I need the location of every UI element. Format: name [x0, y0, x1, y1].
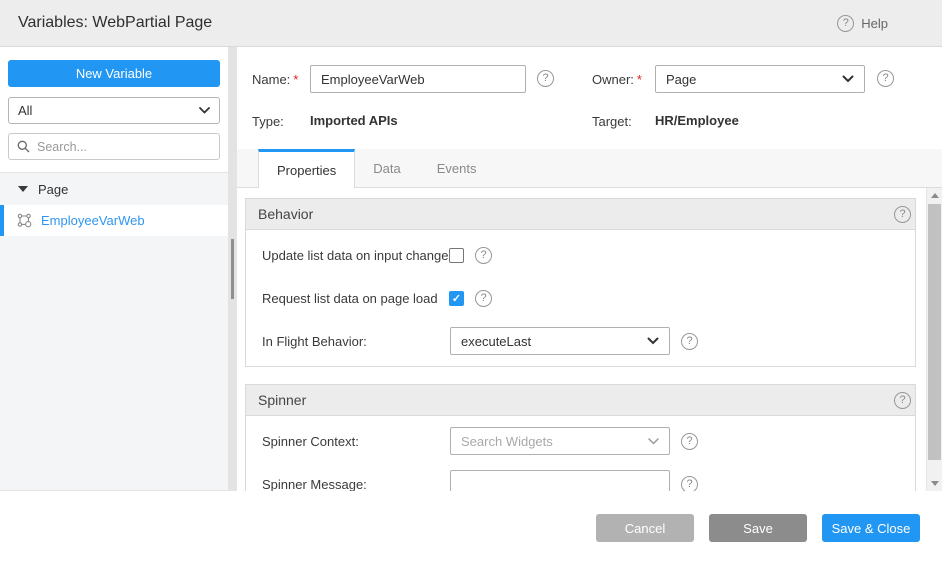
- spinner-message-row: Spinner Message: ?: [246, 463, 915, 491]
- spinner-context-row: Spinner Context: Search Widgets ?: [246, 420, 915, 463]
- target-value: HR/Employee: [655, 113, 739, 128]
- chevron-down-icon: [648, 438, 659, 445]
- target-label: Target:: [592, 114, 632, 129]
- in-flight-label: In Flight Behavior:: [262, 334, 367, 349]
- spinner-section-body: Spinner Context: Search Widgets ? Spinne…: [246, 416, 915, 491]
- save-and-close-button[interactable]: Save & Close: [822, 514, 920, 542]
- tab-properties[interactable]: Properties: [258, 149, 355, 188]
- request-list-row: Request list data on page load ?: [246, 277, 915, 320]
- update-list-row: Update list data on input change ?: [246, 234, 915, 277]
- chevron-down-icon: [199, 107, 210, 114]
- spinner-section-title: Spinner: [258, 392, 306, 408]
- tree-item-employeevarweb[interactable]: EmployeeVarWeb: [0, 205, 228, 236]
- tree-group-page[interactable]: Page: [0, 173, 228, 205]
- spinner-context-placeholder: Search Widgets: [461, 434, 553, 449]
- update-list-label: Update list data on input change: [262, 248, 448, 263]
- spinner-context-help-icon[interactable]: ?: [681, 433, 698, 450]
- spinner-message-input[interactable]: [450, 470, 670, 491]
- chevron-down-icon: [647, 337, 659, 345]
- required-mark: *: [637, 72, 642, 87]
- type-label: Type:: [252, 114, 284, 129]
- update-list-help-icon[interactable]: ?: [475, 247, 492, 264]
- request-list-label: Request list data on page load: [262, 291, 438, 306]
- name-help-icon[interactable]: ?: [537, 70, 554, 87]
- spinner-section: Spinner ? Spinner Context: Search Widget…: [245, 384, 916, 491]
- variables-sidebar: New Variable All Page EmployeeVarWeb: [0, 47, 228, 490]
- in-flight-select[interactable]: executeLast: [450, 327, 670, 355]
- spinner-help-icon[interactable]: ?: [894, 392, 911, 409]
- editor-tabs: Properties Data Events: [237, 149, 942, 188]
- spinner-message-help-icon[interactable]: ?: [681, 476, 698, 491]
- tree-group-label: Page: [38, 182, 68, 197]
- search-input[interactable]: [37, 140, 211, 154]
- tab-data[interactable]: Data: [355, 149, 418, 187]
- behavior-section: Behavior ? Update list data on input cha…: [245, 198, 916, 367]
- in-flight-select-value: executeLast: [461, 334, 531, 349]
- splitter-handle-icon: [231, 239, 234, 299]
- name-input[interactable]: [310, 65, 526, 93]
- variable-filter-select[interactable]: All: [8, 97, 220, 124]
- dialog-header: Variables: WebPartial Page ? Help: [0, 0, 942, 47]
- behavior-section-body: Update list data on input change ? Reque…: [246, 230, 915, 366]
- chevron-down-icon: [842, 75, 854, 83]
- request-list-checkbox[interactable]: [449, 291, 464, 306]
- sidebar-controls: New Variable All: [0, 47, 228, 172]
- scroll-up-icon[interactable]: [931, 193, 939, 198]
- name-label: Name:*: [252, 72, 298, 87]
- owner-select[interactable]: Page: [655, 65, 865, 93]
- dialog-body: New Variable All Page EmployeeVarWeb: [0, 47, 942, 491]
- scrollbar-thumb[interactable]: [928, 204, 941, 460]
- vertical-scrollbar[interactable]: [926, 188, 942, 491]
- save-button[interactable]: Save: [709, 514, 807, 542]
- tree-item-label: EmployeeVarWeb: [41, 213, 145, 228]
- update-list-checkbox[interactable]: [449, 248, 464, 263]
- variable-editor: Name:* ? Owner:* Page ? Type: Imported A…: [237, 47, 942, 490]
- search-icon: [17, 140, 30, 153]
- spinner-context-select[interactable]: Search Widgets: [450, 427, 670, 455]
- sidebar-splitter[interactable]: [228, 47, 237, 490]
- scroll-down-icon[interactable]: [931, 481, 939, 486]
- variables-tree: Page EmployeeVarWeb: [0, 172, 228, 490]
- owner-help-icon[interactable]: ?: [877, 70, 894, 87]
- spinner-message-label: Spinner Message:: [262, 477, 367, 491]
- behavior-section-header: Behavior ?: [246, 199, 915, 230]
- spinner-section-header: Spinner ?: [246, 385, 915, 416]
- collapse-arrow-icon: [18, 186, 28, 192]
- help-label: Help: [861, 16, 888, 31]
- required-mark: *: [293, 72, 298, 87]
- owner-label: Owner:*: [592, 72, 642, 87]
- page-title: Variables: WebPartial Page: [18, 14, 212, 32]
- in-flight-help-icon[interactable]: ?: [681, 333, 698, 350]
- spinner-context-label: Spinner Context:: [262, 434, 359, 449]
- properties-tab-panel: Behavior ? Update list data on input cha…: [237, 188, 942, 491]
- help-link[interactable]: ? Help: [837, 15, 888, 32]
- cancel-button[interactable]: Cancel: [596, 514, 694, 542]
- variable-form: Name:* ? Owner:* Page ? Type: Imported A…: [237, 47, 942, 149]
- behavior-section-title: Behavior: [258, 206, 313, 222]
- behavior-help-icon[interactable]: ?: [894, 206, 911, 223]
- help-icon: ?: [837, 15, 854, 32]
- dialog-footer: Cancel Save Save & Close: [0, 491, 942, 561]
- tab-events[interactable]: Events: [419, 149, 495, 187]
- in-flight-row: In Flight Behavior: executeLast ?: [246, 320, 915, 363]
- web-service-icon: [17, 213, 32, 228]
- variable-filter-value: All: [18, 103, 32, 118]
- request-list-help-icon[interactable]: ?: [475, 290, 492, 307]
- variable-search: [8, 133, 220, 160]
- new-variable-button[interactable]: New Variable: [8, 60, 220, 87]
- owner-select-value: Page: [666, 72, 696, 87]
- variables-dialog: Variables: WebPartial Page ? Help New Va…: [0, 0, 942, 562]
- type-value: Imported APIs: [310, 113, 398, 128]
